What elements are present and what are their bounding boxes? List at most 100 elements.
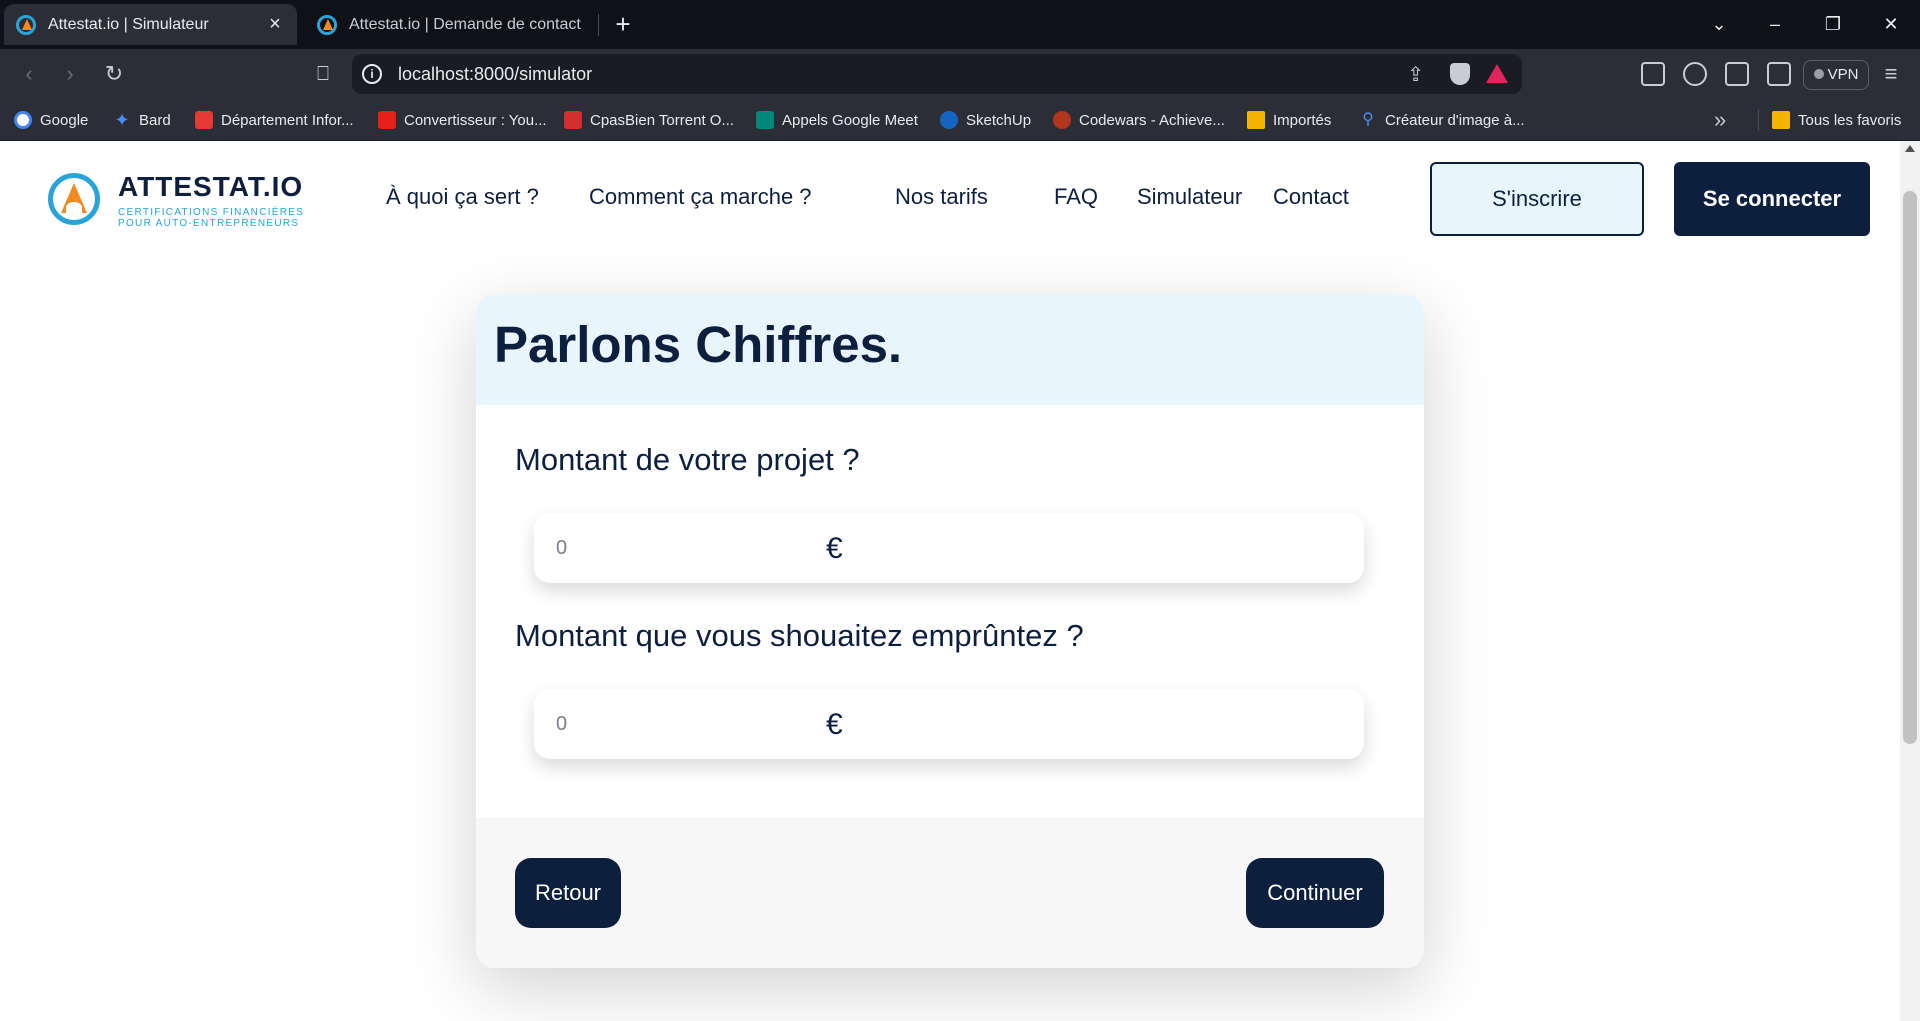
tab-search-chevron-icon[interactable]: ⌄ [1696,0,1742,49]
loan-amount-label: Montant que vous shouaitez emprûntez ? [515,618,1084,653]
minimize-icon[interactable]: – [1752,0,1798,49]
nav-link-comment-ca-marche[interactable]: Comment ça marche ? [589,184,812,210]
bookmark-label: Google [40,111,89,129]
logo-tagline: CERTIFICATIONS FINANCIÈRES POUR AUTO-ENT… [118,207,304,229]
bookmark-google[interactable]: Google [14,108,88,132]
vpn-button[interactable]: VPN [1803,60,1869,90]
card-footer: Retour Continuer [476,818,1424,968]
hub-icon [195,111,213,129]
nav-link-nos-tarifs[interactable]: Nos tarifs [895,184,988,210]
page-viewport: ATTESTAT.IO CERTIFICATIONS FINANCIÈRES P… [0,141,1900,1021]
bookmark-sketchup[interactable]: SketchUp [940,108,1031,132]
card-title: Parlons Chiffres. [494,316,903,373]
logo-tagline-line-2: POUR AUTO-ENTREPRENEURS [118,218,300,229]
folder-icon [1247,111,1265,129]
site-header: ATTESTAT.IO CERTIFICATIONS FINANCIÈRES P… [0,141,1900,257]
loan-amount-input[interactable]: 0 [556,689,567,759]
more-bookmarks-chevron-icon[interactable]: » [1714,108,1726,132]
login-button[interactable]: Se connecter [1674,162,1870,236]
forward-arrow-icon[interactable]: › [54,58,86,90]
folder-icon [1772,111,1790,129]
vpn-label: VPN [1827,66,1859,83]
brave-rewards-icon[interactable] [1486,64,1508,83]
window-close-icon[interactable]: ✕ [1868,0,1914,49]
bookmark-icon[interactable]: ⎕ [307,58,339,90]
share-icon[interactable]: ⇪ [1407,62,1424,87]
extensions-icon[interactable] [1641,62,1665,86]
meet-icon [756,111,774,129]
scroll-up-arrow-icon[interactable] [1905,145,1915,152]
back-button[interactable]: Retour [515,858,621,928]
wallet-icon[interactable] [1767,62,1791,86]
nav-link-simulateur[interactable]: Simulateur [1137,184,1242,210]
bookmark-google-meet[interactable]: Appels Google Meet [756,108,918,132]
bookmark-label: Tous les favoris [1798,111,1902,129]
bookmarks-bar: Google ✦ Bard Département Infor... Conve… [0,99,1920,141]
tab-demande-de-contact[interactable]: Attestat.io | Demande de contact [305,4,597,45]
euro-currency-icon: € [826,708,843,741]
attestat-favicon-icon [317,14,337,35]
youtube-icon [378,111,396,129]
logo-name: ATTESTAT.IO [118,171,304,202]
tab-title: Attestat.io | Simulateur [48,15,209,33]
bookmark-label: Codewars - Achieve... [1079,111,1225,129]
bookmark-label: Bard [139,111,171,129]
bookmark-folder-importes[interactable]: Importés [1247,108,1331,132]
close-icon[interactable]: × [265,13,285,36]
bookmark-label: CpasBien Torrent O... [590,111,734,129]
bookmark-label: Importés [1273,111,1332,129]
new-tab-plus-icon[interactable]: + [608,8,638,40]
bookmark-label: SketchUp [966,111,1032,129]
browser-tab-bar: Attestat.io | Simulateur × Attestat.io |… [0,0,1920,49]
url-text[interactable]: localhost:8000/simulator [398,54,592,94]
bookmark-folder-tous-les-favoris[interactable]: Tous les favoris [1772,108,1901,132]
media-icon[interactable] [1683,62,1707,86]
euro-currency-icon: € [826,532,843,565]
bookmark-cpasbien[interactable]: CpasBien Torrent O... [564,108,734,132]
brave-shields-icon[interactable] [1450,63,1470,85]
continue-button[interactable]: Continuer [1246,858,1384,928]
project-amount-input[interactable]: 0 [556,513,567,583]
bookmark-convertisseur[interactable]: Convertisseur : You... [378,108,547,132]
google-icon [14,111,32,129]
bookmark-bard[interactable]: ✦ Bard [113,108,171,132]
reload-icon[interactable]: ↻ [98,58,130,90]
search-icon: ⚲ [1362,111,1374,128]
simulator-card: Parlons Chiffres. Montant de votre proje… [476,295,1424,968]
back-arrow-icon[interactable]: ‹ [13,58,45,90]
attestat-logo-icon [48,173,100,225]
bard-sparkle-icon: ✦ [114,110,130,130]
page-scrollbar[interactable] [1900,141,1920,1021]
nav-link-contact[interactable]: Contact [1273,184,1349,210]
bookmarks-divider [1758,109,1759,131]
bookmark-label: Convertisseur : You... [404,111,547,129]
site-logo[interactable]: ATTESTAT.IO CERTIFICATIONS FINANCIÈRES P… [48,171,303,229]
tab-divider [598,14,599,36]
loan-amount-field[interactable]: 0 € [534,689,1364,759]
bookmark-createur-image[interactable]: ⚲ Créateur d'image à... [1359,108,1525,132]
logo-tagline-line-1: CERTIFICATIONS FINANCIÈRES [118,207,305,218]
bookmark-label: Département Infor... [221,111,354,129]
bookmark-label: Appels Google Meet [782,111,918,129]
bookmark-codewars[interactable]: Codewars - Achieve... [1053,108,1225,132]
codewars-icon [1053,111,1071,129]
address-bar[interactable]: i localhost:8000/simulator ⇪ [352,54,1522,94]
site-info-icon[interactable]: i [362,64,382,84]
browser-toolbar: ‹ › ↻ ⎕ i localhost:8000/simulator ⇪ VPN… [0,49,1920,99]
sidebar-icon[interactable] [1725,62,1749,86]
sketchup-icon [940,111,958,129]
nav-link-a-quoi-ca-sert[interactable]: À quoi ça sert ? [386,184,539,210]
nav-link-faq[interactable]: FAQ [1054,184,1098,210]
cpasbien-icon [564,111,582,129]
project-amount-label: Montant de votre projet ? [515,442,860,477]
tab-simulateur[interactable]: Attestat.io | Simulateur × [4,4,297,45]
bookmark-departement-info[interactable]: Département Infor... [195,108,354,132]
signup-button[interactable]: S'inscrire [1430,162,1644,236]
restore-icon[interactable]: ❐ [1810,0,1856,49]
scrollbar-thumb[interactable] [1903,191,1917,744]
tab-title: Attestat.io | Demande de contact [349,15,581,33]
menu-icon[interactable]: ≡ [1880,62,1902,86]
attestat-favicon-icon [16,14,36,35]
bookmark-label: Créateur d'image à... [1385,111,1525,129]
project-amount-field[interactable]: 0 € [534,513,1364,583]
